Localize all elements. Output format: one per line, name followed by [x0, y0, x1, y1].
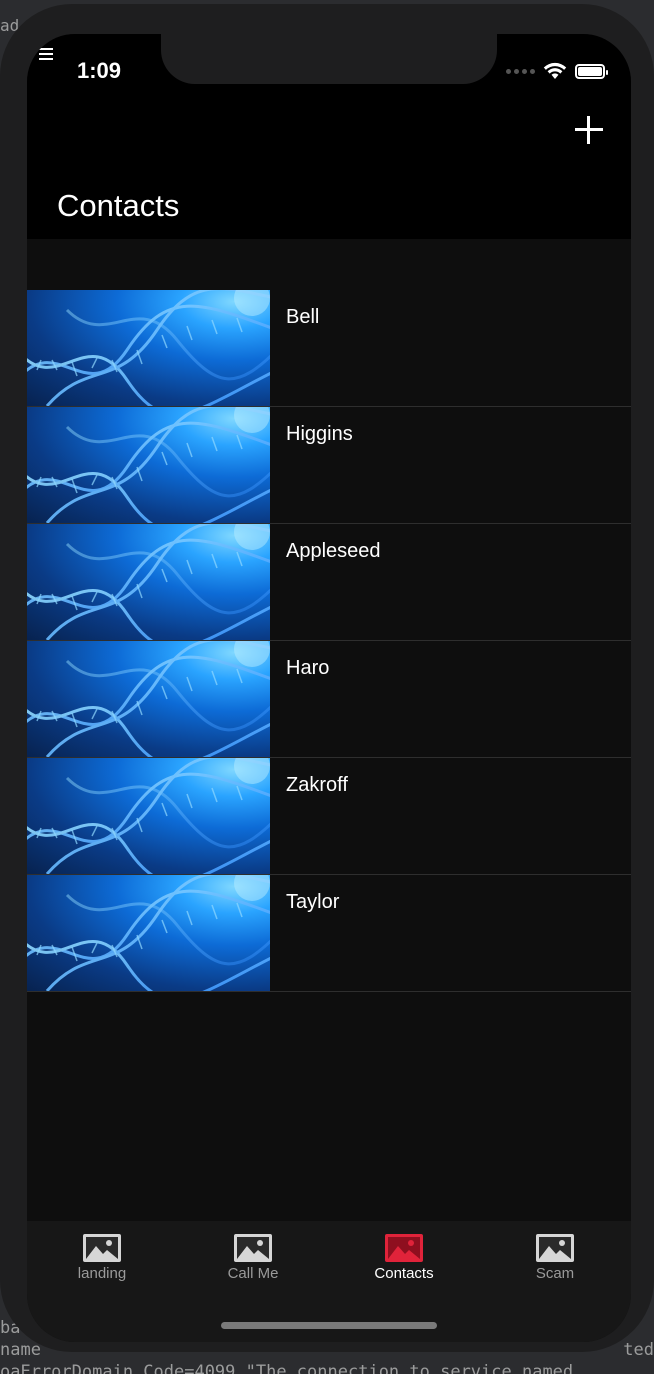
wifi-icon: [543, 62, 567, 80]
contact-thumbnail-image: [27, 407, 270, 523]
tab-contacts[interactable]: Contacts: [349, 1233, 459, 1282]
contact-thumbnail-image: [27, 758, 270, 874]
page-title: Contacts: [57, 188, 180, 223]
contact-thumbnail-image: [27, 290, 270, 406]
contact-name: Appleseed: [286, 540, 381, 562]
contact-thumbnail-image: [27, 524, 270, 640]
navigation-header: 1:09 Contacts: [27, 34, 631, 239]
cellular-signal-icon: [506, 68, 535, 74]
image-icon: [47, 1233, 157, 1263]
home-indicator: [221, 1322, 437, 1329]
contact-thumbnail-image: [27, 641, 270, 757]
contact-name: Bell: [286, 306, 320, 328]
add-contact-button[interactable]: [575, 116, 603, 144]
contact-name: Taylor: [286, 891, 340, 913]
battery-icon: [575, 63, 608, 79]
contact-row[interactable]: Zakroff: [27, 758, 631, 875]
contact-row[interactable]: Appleseed: [27, 524, 631, 641]
contact-row[interactable]: Taylor: [27, 875, 631, 992]
tab-label: landing: [77, 1265, 127, 1282]
contact-row[interactable]: Haro: [27, 641, 631, 758]
contact-thumbnail-image: [27, 875, 270, 991]
contact-row[interactable]: Bell: [27, 290, 631, 407]
image-icon: [198, 1233, 308, 1263]
tab-scam[interactable]: Scam: [500, 1233, 610, 1282]
menu-icon[interactable]: [39, 48, 53, 60]
contact-name: Higgins: [286, 423, 353, 445]
contact-row[interactable]: Higgins: [27, 407, 631, 524]
tab-label: Call Me: [227, 1265, 279, 1282]
phone-frame: 1:09 Contacts Bell Higgins Appleseed Har…: [0, 4, 654, 1352]
status-indicators: [506, 62, 608, 80]
image-icon: [500, 1233, 610, 1263]
phone-screen: 1:09 Contacts Bell Higgins Appleseed Har…: [27, 34, 631, 1342]
console-text-left-2: name: [0, 1340, 41, 1360]
contact-name: Haro: [286, 657, 330, 679]
tab-label: Contacts: [374, 1265, 434, 1282]
tab-landing[interactable]: landing: [47, 1233, 157, 1282]
image-icon: [349, 1233, 459, 1263]
console-text-bottom: oaErrorDomain Code=4099 "The connection …: [0, 1362, 574, 1374]
status-time: 1:09: [77, 58, 122, 83]
console-text-right: ted: [623, 1340, 654, 1360]
contact-list: Bell Higgins Appleseed Haro Zakroff Tayl…: [27, 290, 631, 992]
device-notch: [161, 34, 497, 84]
simulator-window: ad ba name ted oaErrorDomain Code=4099 "…: [0, 0, 654, 1374]
contact-name: Zakroff: [286, 774, 348, 796]
tab-label: Scam: [535, 1265, 575, 1282]
tab-call-me[interactable]: Call Me: [198, 1233, 308, 1282]
